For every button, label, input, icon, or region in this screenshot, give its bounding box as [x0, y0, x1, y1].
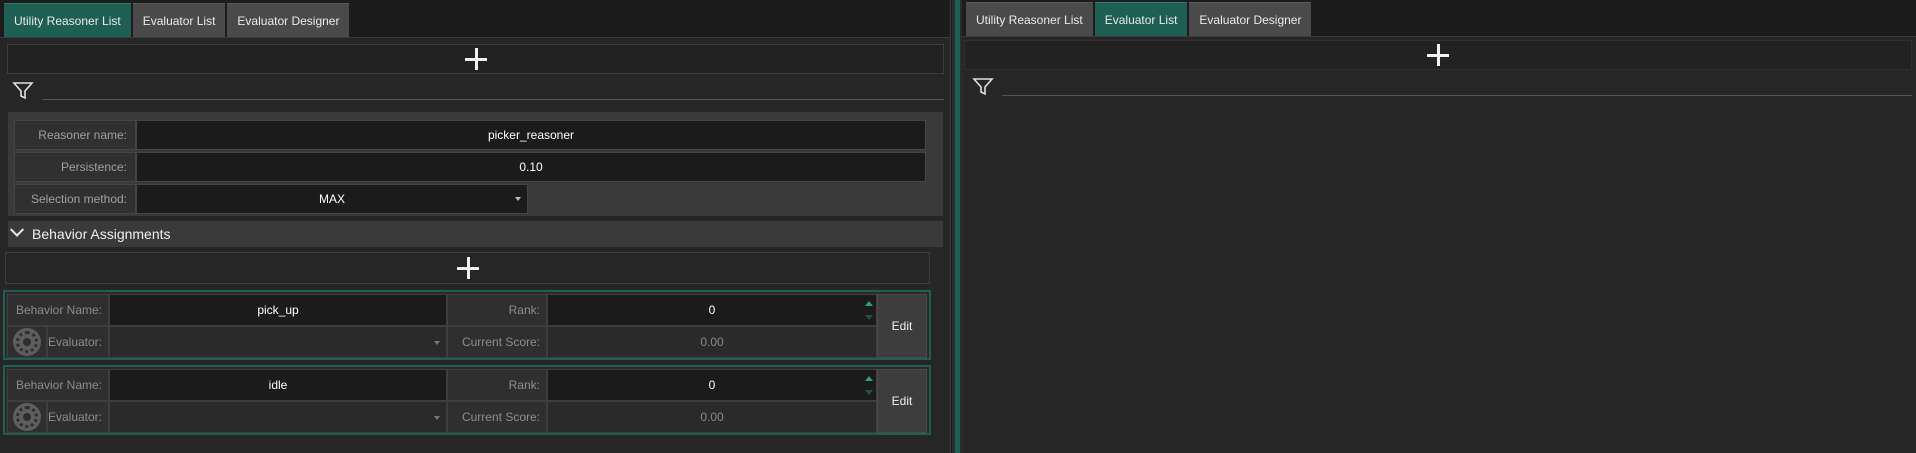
add-evaluator-button[interactable]: [964, 40, 1912, 70]
rank-label: Rank:: [447, 369, 547, 401]
rank-stepper[interactable]: [864, 296, 874, 324]
edit-button[interactable]: Edit: [877, 369, 927, 433]
persistence-field[interactable]: 0.10: [136, 152, 926, 182]
behavior-name-label: Behavior Name:: [7, 294, 109, 326]
filter-input[interactable]: [1002, 74, 1912, 96]
evaluator-list-area: [962, 100, 1916, 453]
right-panel: Utility Reasoner List Evaluator List Eva…: [962, 0, 1916, 453]
rank-value: 0: [708, 303, 716, 317]
dropdown-arrow-icon: [434, 416, 440, 420]
right-tab-bar: Utility Reasoner List Evaluator List Eva…: [962, 0, 1916, 37]
tab-evaluator-designer[interactable]: Evaluator Designer: [1189, 2, 1312, 36]
reasoner-name-row: Reasoner name: picker_reasoner: [14, 120, 926, 150]
plus-icon: [464, 48, 487, 70]
persistence-label: Persistence:: [14, 152, 136, 182]
filter-input[interactable]: [42, 78, 944, 100]
rank-spinbox[interactable]: 0: [547, 294, 877, 326]
behavior-assignments-header[interactable]: Behavior Assignments: [8, 221, 943, 247]
current-score-value: 0.00: [547, 326, 877, 358]
dropdown-arrow-icon: [434, 341, 440, 345]
evaluator-settings-button[interactable]: [7, 401, 47, 433]
behavior-name-label: Behavior Name:: [7, 369, 109, 401]
reasoner-name-field[interactable]: picker_reasoner: [136, 120, 926, 150]
chevron-down-icon: [9, 222, 25, 237]
dropdown-arrow-icon: [515, 197, 521, 201]
edit-button[interactable]: Edit: [877, 294, 927, 358]
reasoner-name-label: Reasoner name:: [14, 120, 136, 150]
stepper-up-icon[interactable]: [865, 300, 873, 306]
selection-method-dropdown[interactable]: MAX: [136, 184, 528, 214]
filter-underline: [42, 99, 944, 100]
filter-underline: [1002, 95, 1912, 96]
evaluator-label: Evaluator:: [47, 401, 109, 433]
section-title: Behavior Assignments: [32, 226, 171, 242]
left-panel: Utility Reasoner List Evaluator List Eva…: [0, 0, 951, 453]
filter-row: [972, 74, 1912, 100]
selection-method-value: MAX: [318, 192, 345, 206]
stepper-down-icon[interactable]: [865, 314, 873, 320]
behavior-card: Behavior Name: idle Rank: 0 Evaluator: C…: [3, 365, 931, 435]
panel-splitter[interactable]: [951, 0, 962, 453]
tab-utility-reasoner-list[interactable]: Utility Reasoner List: [966, 2, 1093, 36]
stepper-down-icon[interactable]: [865, 389, 873, 395]
reasoner-properties: Reasoner name: picker_reasoner Persisten…: [8, 112, 943, 216]
add-reasoner-button[interactable]: [7, 44, 944, 74]
filter-row: [12, 78, 944, 104]
rank-spinbox[interactable]: 0: [547, 369, 877, 401]
plus-icon: [1427, 44, 1449, 66]
evaluator-label: Evaluator:: [47, 326, 109, 358]
filter-funnel-icon[interactable]: [972, 77, 994, 97]
add-behavior-button[interactable]: [5, 252, 930, 284]
evaluator-dropdown[interactable]: [109, 401, 447, 433]
selection-method-label: Selection method:: [14, 184, 136, 214]
stepper-up-icon[interactable]: [865, 375, 873, 381]
behavior-name-field[interactable]: pick_up: [109, 294, 447, 326]
current-score-label: Current Score:: [447, 401, 547, 433]
gear-icon: [16, 331, 38, 353]
tab-evaluator-designer[interactable]: Evaluator Designer: [227, 3, 350, 37]
rank-value: 0: [708, 378, 716, 392]
behavior-name-field[interactable]: idle: [109, 369, 447, 401]
behavior-card: Behavior Name: pick_up Rank: 0 Evaluator…: [3, 290, 931, 360]
persistence-row: Persistence: 0.10: [14, 152, 926, 182]
tab-evaluator-list[interactable]: Evaluator List: [1094, 2, 1188, 36]
filter-funnel-icon[interactable]: [12, 81, 34, 101]
selection-method-row: Selection method: MAX: [14, 184, 528, 214]
current-score-label: Current Score:: [447, 326, 547, 358]
plus-icon: [456, 257, 479, 279]
tab-utility-reasoner-list[interactable]: Utility Reasoner List: [4, 3, 131, 37]
current-score-value: 0.00: [547, 401, 877, 433]
gear-icon: [16, 406, 38, 428]
splitter-handle[interactable]: [955, 0, 960, 453]
rank-stepper[interactable]: [864, 371, 874, 399]
evaluator-settings-button[interactable]: [7, 326, 47, 358]
left-tab-bar: Utility Reasoner List Evaluator List Eva…: [0, 0, 950, 38]
rank-label: Rank:: [447, 294, 547, 326]
evaluator-dropdown[interactable]: [109, 326, 447, 358]
tab-evaluator-list[interactable]: Evaluator List: [132, 3, 226, 37]
